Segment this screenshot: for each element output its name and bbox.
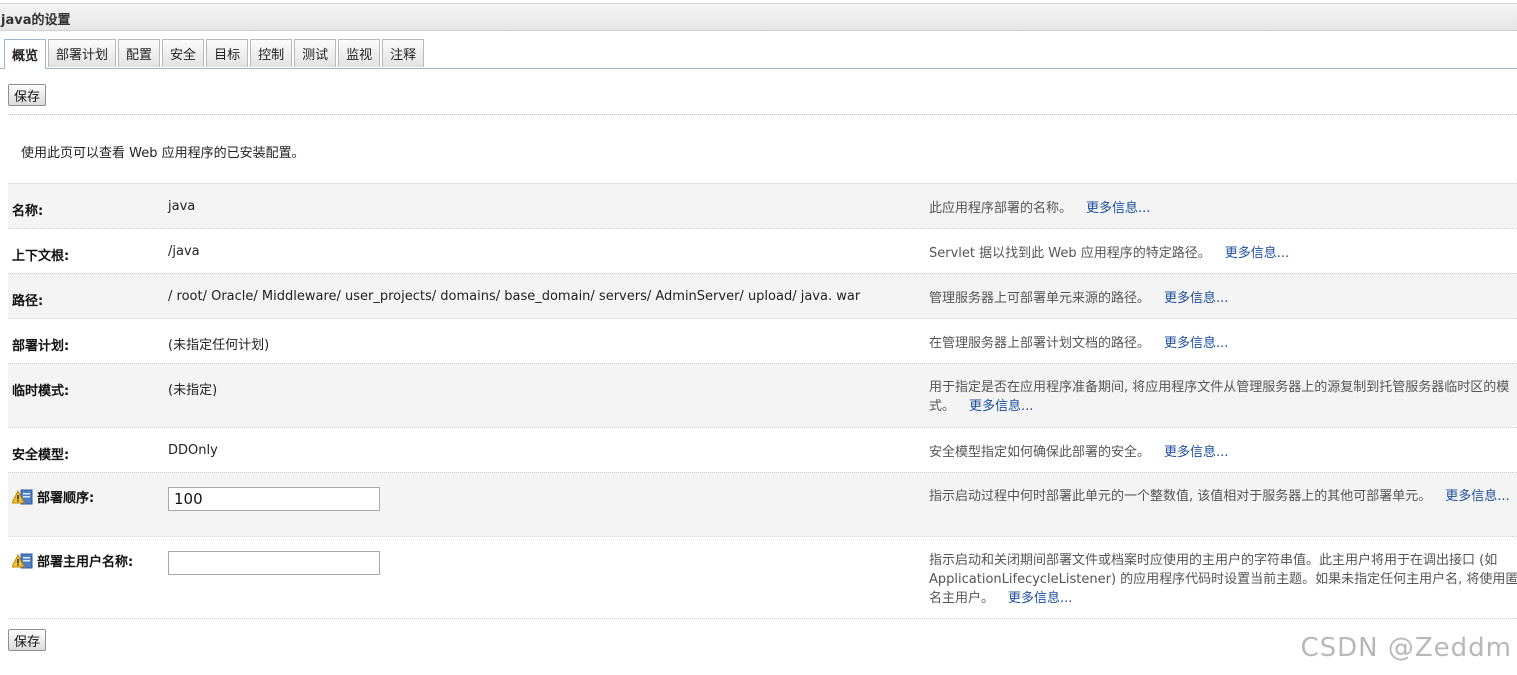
watermark: CSDN @Zeddm	[1300, 633, 1512, 663]
description-text: 此应用程序部署的名称。	[929, 201, 1073, 216]
row-description: 在管理服务器上部署计划文档的路径。 更多信息...	[929, 334, 1517, 353]
tab-testing[interactable]: 测试	[294, 39, 337, 67]
row-label: 部署计划:	[12, 339, 70, 354]
tab-notes[interactable]: 注释	[382, 39, 425, 67]
more-info-link[interactable]: 更多信息...	[1164, 291, 1228, 306]
row-description: 管理服务器上可部署单元来源的路径。 更多信息...	[929, 289, 1517, 308]
save-button-bottom[interactable]: 保存	[8, 629, 47, 651]
more-info-link[interactable]: 更多信息...	[1164, 336, 1228, 351]
more-info-link[interactable]: 更多信息...	[1225, 246, 1289, 261]
tab-bar: 概览 部署计划 配置 安全 目标 控制 测试 监视 注释	[4, 39, 425, 69]
tab-monitoring[interactable]: 监视	[338, 39, 381, 67]
row-security-model: 安全模型: DDOnly 安全模型指定如何确保此部署的安全。 更多信息...	[8, 427, 1517, 472]
tab-underline	[0, 68, 1517, 69]
row-value: java	[168, 199, 196, 214]
tab-overview[interactable]: 概览	[4, 39, 47, 69]
more-info-link[interactable]: 更多信息...	[969, 399, 1033, 414]
description-text: 安全模型指定如何确保此部署的安全。	[929, 445, 1151, 460]
divider	[8, 114, 1517, 115]
row-value: /java	[168, 244, 200, 259]
more-info-link[interactable]: 更多信息...	[1086, 201, 1150, 216]
save-button-top[interactable]: 保存	[8, 84, 47, 106]
row-value: (未指定)	[168, 383, 218, 398]
row-description: Servlet 据以找到此 Web 应用程序的特定路径。 更多信息...	[929, 244, 1517, 263]
tab-targets[interactable]: 目标	[206, 39, 249, 67]
row-label: 安全模型:	[12, 448, 70, 463]
row-label: 上下文根:	[12, 249, 70, 264]
intro-text: 使用此页可以查看 Web 应用程序的已安装配置。	[21, 146, 305, 161]
row-description: 此应用程序部署的名称。 更多信息...	[929, 199, 1517, 218]
restart-required-icon	[12, 553, 33, 568]
row-label-container: 部署顺序:	[12, 487, 94, 506]
row-deployment-order: 部署顺序: 指示启动过程中何时部署此单元的一个整数值, 该值相对于服务器上的其他…	[8, 472, 1517, 536]
row-label: 路径:	[12, 294, 44, 309]
tab-security[interactable]: 安全	[162, 39, 205, 67]
restart-required-icon	[12, 489, 33, 504]
description-text: Servlet 据以找到此 Web 应用程序的特定路径。	[929, 246, 1211, 261]
deployment-principal-input[interactable]	[168, 551, 380, 575]
window-titlebar: java的设置	[0, 3, 1517, 31]
page-title: java的设置	[1, 13, 71, 28]
row-label: 部署顺序:	[37, 491, 95, 506]
row-label-container: 部署主用户名称:	[12, 551, 133, 570]
row-value: DDOnly	[168, 443, 218, 458]
more-info-link[interactable]: 更多信息...	[1164, 445, 1228, 460]
tab-deployment-plan[interactable]: 部署计划	[48, 39, 117, 67]
row-deployment-plan: 部署计划: (未指定任何计划) 在管理服务器上部署计划文档的路径。 更多信息...	[8, 318, 1517, 363]
tab-configuration[interactable]: 配置	[118, 39, 161, 67]
description-text: 在管理服务器上部署计划文档的路径。	[929, 336, 1151, 351]
row-label: 部署主用户名称:	[37, 555, 134, 570]
row-staging-mode: 临时模式: (未指定) 用于指定是否在应用程序准备期间, 将应用程序文件从管理服…	[8, 363, 1517, 427]
description-text: 指示启动过程中何时部署此单元的一个整数值, 该值相对于服务器上的其他可部署单元。	[929, 489, 1432, 504]
row-description: 指示启动过程中何时部署此单元的一个整数值, 该值相对于服务器上的其他可部署单元。…	[929, 487, 1517, 506]
row-deployment-principal: 部署主用户名称: 指示启动和关闭期间部署文件或档案时应使用的主用户的字符串值。此…	[8, 536, 1517, 619]
more-info-link[interactable]: 更多信息...	[1445, 489, 1509, 504]
row-value: / root/ Oracle/ Middleware/ user_project…	[168, 289, 861, 304]
row-label: 名称:	[12, 204, 44, 219]
row-description: 安全模型指定如何确保此部署的安全。 更多信息...	[929, 443, 1517, 462]
row-context-root: 上下文根: /java Servlet 据以找到此 Web 应用程序的特定路径。…	[8, 228, 1517, 273]
row-label: 临时模式:	[12, 384, 70, 399]
row-description: 指示启动和关闭期间部署文件或档案时应使用的主用户的字符串值。此主用户将用于在调出…	[929, 551, 1517, 608]
more-info-link[interactable]: 更多信息...	[1008, 591, 1072, 606]
row-name: 名称: java 此应用程序部署的名称。 更多信息...	[8, 183, 1517, 228]
description-text: 管理服务器上可部署单元来源的路径。	[929, 291, 1151, 306]
row-value: (未指定任何计划)	[168, 338, 270, 353]
row-description: 用于指定是否在应用程序准备期间, 将应用程序文件从管理服务器上的源复制到托管服务…	[929, 378, 1517, 416]
deployment-order-input[interactable]	[168, 487, 380, 511]
row-path: 路径: / root/ Oracle/ Middleware/ user_pro…	[8, 273, 1517, 318]
tab-control[interactable]: 控制	[250, 39, 293, 67]
